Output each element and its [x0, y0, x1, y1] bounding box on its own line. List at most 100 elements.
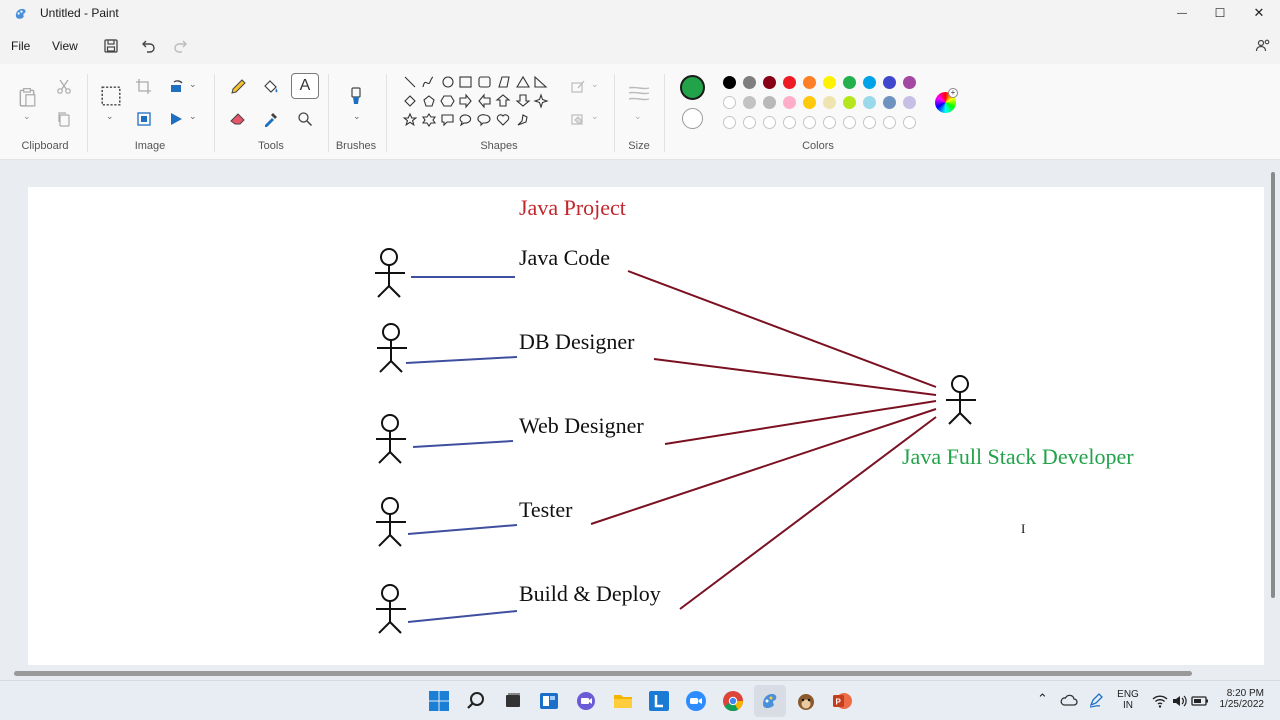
rotate-button[interactable]	[166, 76, 188, 98]
undo-icon[interactable]	[140, 38, 156, 54]
custom-color-slot[interactable]	[823, 116, 836, 129]
clock[interactable]: 8:20 PM 1/25/2022	[1212, 688, 1265, 710]
color-swatch[interactable]	[803, 96, 816, 109]
color-swatch[interactable]	[803, 76, 816, 89]
rotate-dropdown-chevron-icon[interactable]: ⌄	[189, 79, 197, 90]
copy-icon	[58, 112, 70, 127]
custom-color-slot[interactable]	[883, 116, 896, 129]
clipboard-group-label: Clipboard	[21, 140, 69, 152]
color-swatch[interactable]	[783, 76, 796, 89]
powerpoint-icon[interactable]: P	[831, 690, 853, 712]
color-swatch[interactable]	[823, 76, 836, 89]
battery-icon[interactable]	[1191, 692, 1209, 710]
color-swatch[interactable]	[883, 76, 896, 89]
custom-color-slot[interactable]	[803, 116, 816, 129]
redo-icon[interactable]	[173, 38, 189, 54]
shape-outline-icon	[571, 80, 585, 93]
paint-taskbar-button[interactable]	[754, 685, 786, 717]
color-swatch[interactable]	[863, 76, 876, 89]
custom-color-slot[interactable]	[903, 116, 916, 129]
show-hidden-icons-chevron-icon[interactable]: ⌃	[1037, 691, 1048, 707]
color-swatch[interactable]	[863, 96, 876, 109]
copy-button[interactable]	[53, 108, 75, 130]
region-code: IN	[1123, 700, 1133, 711]
minimize-button[interactable]: —	[1162, 0, 1202, 26]
color-picker-button[interactable]	[260, 108, 282, 130]
custom-color-slot[interactable]	[783, 116, 796, 129]
role-label: Java Code	[519, 245, 611, 270]
magnifier-button[interactable]	[294, 108, 316, 130]
color-swatch[interactable]	[843, 96, 856, 109]
resize-button[interactable]	[133, 108, 155, 130]
l-app-icon[interactable]	[648, 690, 670, 712]
shapes-gallery[interactable]	[400, 74, 552, 132]
primary-color-swatch[interactable]	[680, 75, 705, 100]
lightning-shape-icon	[517, 114, 528, 126]
select-dropdown-chevron-icon[interactable]: ⌄	[106, 111, 114, 122]
brushes-button[interactable]	[345, 84, 367, 110]
secondary-color-swatch[interactable]	[682, 108, 703, 129]
view-menu[interactable]: View	[52, 39, 78, 53]
vertical-scrollbar[interactable]	[1271, 172, 1275, 598]
color-swatch[interactable]	[783, 96, 796, 109]
paste-dropdown-chevron-icon[interactable]: ⌄	[23, 111, 31, 122]
color-swatch[interactable]	[723, 76, 736, 89]
color-swatch[interactable]	[903, 76, 916, 89]
custom-color-slot[interactable]	[863, 116, 876, 129]
outline-button[interactable]	[567, 76, 589, 98]
pencil-button[interactable]	[227, 76, 249, 98]
maximize-button[interactable]: ☐	[1200, 0, 1240, 26]
color-swatch[interactable]	[883, 96, 896, 109]
color-swatch[interactable]	[723, 96, 736, 109]
custom-color-slot[interactable]	[723, 116, 736, 129]
paste-button[interactable]	[15, 84, 39, 110]
pen-menu-icon[interactable]	[1088, 691, 1106, 709]
widgets-icon[interactable]	[538, 690, 560, 712]
chrome-icon[interactable]	[722, 690, 744, 712]
fill-button[interactable]	[260, 76, 282, 98]
role-connector-line	[412, 440, 514, 448]
select-button[interactable]	[99, 84, 123, 108]
size-dropdown-chevron-icon[interactable]: ⌄	[634, 111, 642, 122]
eraser-button[interactable]	[227, 108, 249, 130]
color-swatch[interactable]	[903, 96, 916, 109]
color-swatch[interactable]	[763, 76, 776, 89]
language-indicator[interactable]: ENG IN	[1114, 689, 1142, 711]
wifi-icon[interactable]	[1151, 692, 1169, 710]
size-button[interactable]	[627, 84, 651, 104]
close-button[interactable]: ✕	[1239, 0, 1279, 26]
color-swatch[interactable]	[823, 96, 836, 109]
edit-colors-button[interactable]: +	[935, 88, 958, 113]
task-view-icon[interactable]	[502, 690, 524, 712]
drawing-canvas[interactable]: Java Project Java Code DB Designer Web Desi…	[28, 187, 1264, 665]
fill-shape-button[interactable]	[567, 108, 589, 130]
horizontal-scrollbar[interactable]	[14, 671, 1192, 676]
custom-color-slot[interactable]	[763, 116, 776, 129]
outline-dropdown-chevron-icon[interactable]: ⌄	[591, 79, 599, 90]
monkey-app-icon[interactable]	[795, 690, 817, 712]
onedrive-cloud-icon[interactable]	[1060, 691, 1078, 709]
search-icon[interactable]	[465, 690, 487, 712]
windows-start-icon[interactable]	[428, 690, 450, 712]
file-explorer-icon[interactable]	[612, 690, 634, 712]
collaboration-icon[interactable]	[1255, 38, 1271, 54]
volume-icon[interactable]	[1171, 692, 1189, 710]
ribbon-separator	[214, 74, 215, 152]
chat-icon[interactable]	[575, 690, 597, 712]
fill-dropdown-chevron-icon[interactable]: ⌄	[591, 111, 599, 122]
color-swatch[interactable]	[743, 76, 756, 89]
brushes-dropdown-chevron-icon[interactable]: ⌄	[353, 111, 361, 122]
text-button[interactable]: A	[291, 73, 319, 99]
save-icon[interactable]	[103, 38, 119, 54]
color-swatch[interactable]	[743, 96, 756, 109]
crop-button[interactable]	[133, 76, 155, 98]
color-swatch[interactable]	[763, 96, 776, 109]
flip-button[interactable]	[166, 108, 188, 130]
cut-button[interactable]	[53, 76, 75, 98]
file-menu[interactable]: File	[11, 39, 30, 53]
custom-color-slot[interactable]	[743, 116, 756, 129]
zoom-icon[interactable]	[685, 690, 707, 712]
custom-color-slot[interactable]	[843, 116, 856, 129]
flip-dropdown-chevron-icon[interactable]: ⌄	[189, 111, 197, 122]
color-swatch[interactable]	[843, 76, 856, 89]
